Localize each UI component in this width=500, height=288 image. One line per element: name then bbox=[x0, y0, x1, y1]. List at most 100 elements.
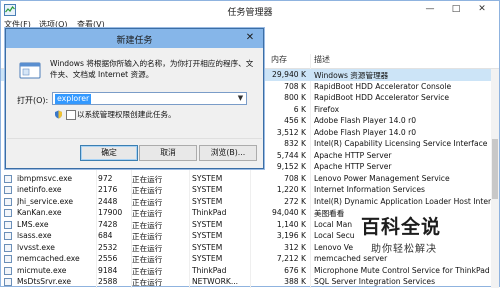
open-label: 打开(O): bbox=[17, 96, 49, 105]
cell-description: SQL Server Integration Services bbox=[314, 277, 436, 286]
browse-button[interactable]: 浏览(B)... bbox=[199, 145, 257, 161]
cell-status: 正在运行 bbox=[132, 266, 163, 276]
cell-description: RapidBoot HDD Accelerator Console bbox=[314, 81, 452, 91]
cancel-button[interactable]: 取消 bbox=[139, 145, 197, 161]
dialog-description: Windows 将根据你所输入的名称，为你打开相应的程序、文件夹、文档或 Int… bbox=[50, 59, 254, 79]
cell-description: Lenovo Power Management Service bbox=[314, 173, 450, 183]
dialog-title: 新建任务 bbox=[116, 36, 153, 46]
cell-memory: 388 K bbox=[284, 277, 306, 286]
cell-user: SYSTEM bbox=[192, 196, 223, 206]
cell-user: SYSTEM bbox=[192, 185, 223, 194]
cell-user: ThinkPad bbox=[192, 208, 227, 217]
column-header-memory[interactable]: 内存 bbox=[271, 54, 287, 67]
cell-pid: 684 bbox=[98, 231, 113, 240]
cell-memory: 1,220 K bbox=[276, 185, 306, 194]
watermark-logo: 百科全说 bbox=[361, 216, 442, 238]
cell-pid: 2176 bbox=[98, 185, 118, 194]
admin-checkbox-label: 以系统管理权限创建此任务。 bbox=[77, 110, 176, 119]
process-icon bbox=[4, 220, 12, 229]
ok-button[interactable]: 确定 bbox=[80, 145, 138, 161]
cell-memory: 708 K bbox=[284, 173, 306, 183]
cell-name: lsass.exe bbox=[17, 231, 52, 240]
cell-user: SYSTEM bbox=[192, 242, 223, 252]
cell-description: Internet Information Services bbox=[314, 185, 425, 194]
cell-name: lvvsst.exe bbox=[17, 242, 55, 252]
cell-status: 正在运行 bbox=[132, 186, 163, 195]
cell-status: 正在运行 bbox=[132, 197, 163, 207]
cell-user: NETWORK... bbox=[192, 277, 239, 286]
maximize-button[interactable]: □ bbox=[443, 2, 469, 16]
cell-pid: 17900 bbox=[98, 208, 123, 217]
admin-checkbox[interactable] bbox=[66, 110, 76, 120]
process-icon bbox=[4, 197, 12, 206]
cell-name: ibmpmsvc.exe bbox=[17, 173, 73, 183]
cell-user: ThinkPad bbox=[192, 265, 227, 275]
minimize-button[interactable]: — bbox=[417, 2, 443, 16]
cell-description: Adobe Flash Player 14.0 r0 bbox=[314, 127, 417, 137]
process-icon bbox=[4, 243, 12, 252]
scrollbar-thumb[interactable] bbox=[492, 139, 498, 199]
process-icon bbox=[4, 209, 12, 217]
dialog-close-button[interactable]: ✕ bbox=[241, 31, 259, 45]
cell-pid: 2588 bbox=[98, 277, 118, 286]
table-row[interactable]: inetinfo.exe 2176 正在运行 SYSTEM 1,220 K Interne… bbox=[1, 184, 499, 196]
cell-status: 正在运行 bbox=[132, 220, 163, 230]
cell-name: LMS.exe bbox=[17, 219, 49, 229]
cell-memory: 3,196 K bbox=[276, 231, 306, 240]
cell-pid: 972 bbox=[98, 173, 113, 183]
cell-pid: 9184 bbox=[98, 265, 118, 275]
cell-user: SYSTEM bbox=[192, 231, 223, 240]
column-header-description[interactable]: 描述 bbox=[314, 54, 330, 67]
open-input-value[interactable]: explorer bbox=[55, 94, 92, 104]
table-row[interactable]: MsDtsSrvr.exe 2588 正在运行 NETWORK... 388 K SQL … bbox=[1, 276, 499, 288]
open-combobox[interactable]: explorer ▼ bbox=[52, 92, 247, 105]
cell-status: 正在运行 bbox=[132, 174, 163, 184]
run-icon bbox=[19, 62, 41, 79]
close-button[interactable]: ✕ bbox=[469, 2, 495, 16]
process-icon bbox=[4, 255, 12, 263]
cell-name: inetinfo.exe bbox=[17, 185, 62, 194]
process-icon bbox=[4, 266, 12, 275]
cell-pid: 2556 bbox=[98, 254, 118, 263]
cell-name: micmute.exe bbox=[17, 265, 67, 275]
dialog-body: Windows 将根据你所输入的名称，为你打开相应的程序、文件夹、文档或 Int… bbox=[7, 48, 262, 168]
cell-description: Firefox bbox=[314, 104, 340, 114]
process-icon bbox=[4, 174, 12, 183]
cell-memory: 312 K bbox=[284, 242, 306, 252]
cell-memory: 272 K bbox=[284, 196, 306, 206]
chevron-down-icon[interactable]: ▼ bbox=[236, 94, 245, 103]
cell-pid: 7428 bbox=[98, 219, 118, 229]
window-controls: — □ ✕ bbox=[417, 2, 495, 16]
cell-name: MsDtsSrvr.exe bbox=[17, 277, 72, 286]
cell-description: Intel(R) Dynamic Application Loader Host… bbox=[314, 196, 494, 206]
process-icon bbox=[4, 186, 12, 194]
cell-pid: 2448 bbox=[98, 196, 118, 206]
new-task-dialog: 新建任务 ✕ Windows 将根据你所输入的名称，为你打开相应的程序、文件夹、… bbox=[5, 28, 264, 169]
shield-icon bbox=[55, 110, 62, 119]
cell-memory: 7,212 K bbox=[276, 254, 306, 263]
cell-status: 正在运行 bbox=[132, 278, 163, 287]
cell-name: Jhi_service.exe bbox=[17, 196, 74, 206]
cell-user: SYSTEM bbox=[192, 219, 223, 229]
cell-status: 正在运行 bbox=[132, 243, 163, 253]
cell-description: Adobe Flash Player 14.0 r0 bbox=[314, 116, 417, 125]
process-icon bbox=[4, 278, 12, 286]
cell-status: 正在运行 bbox=[132, 232, 163, 241]
cell-pid: 2532 bbox=[98, 242, 118, 252]
cell-description: Intel(R) Capability Licensing Service In… bbox=[314, 139, 488, 148]
cell-description: Apache HTTP Server bbox=[314, 162, 392, 171]
cell-memory: 676 K bbox=[284, 265, 306, 275]
cell-status: 正在运行 bbox=[132, 209, 163, 218]
cell-name: memcached.exe bbox=[17, 254, 80, 263]
table-row[interactable]: Jhi_service.exe 2448 正在运行 SYSTEM 272 K Intel(… bbox=[1, 196, 499, 208]
watermark: 百科全说 助你轻松解决 bbox=[361, 212, 496, 267]
table-row[interactable]: ibmpmsvc.exe 972 正在运行 SYSTEM 708 K Lenovo Pow… bbox=[1, 173, 499, 185]
process-icon bbox=[4, 232, 12, 240]
cell-user: SYSTEM bbox=[192, 173, 223, 183]
cell-user: SYSTEM bbox=[192, 254, 223, 263]
cell-description: RapidBoot HDD Accelerator Service bbox=[314, 93, 450, 102]
cell-name: KanKan.exe bbox=[17, 208, 62, 217]
cell-memory: 94,040 K bbox=[272, 208, 306, 217]
title-bar: 任务管理器 — □ ✕ bbox=[1, 1, 499, 19]
cell-memory: 1,140 K bbox=[276, 219, 306, 229]
